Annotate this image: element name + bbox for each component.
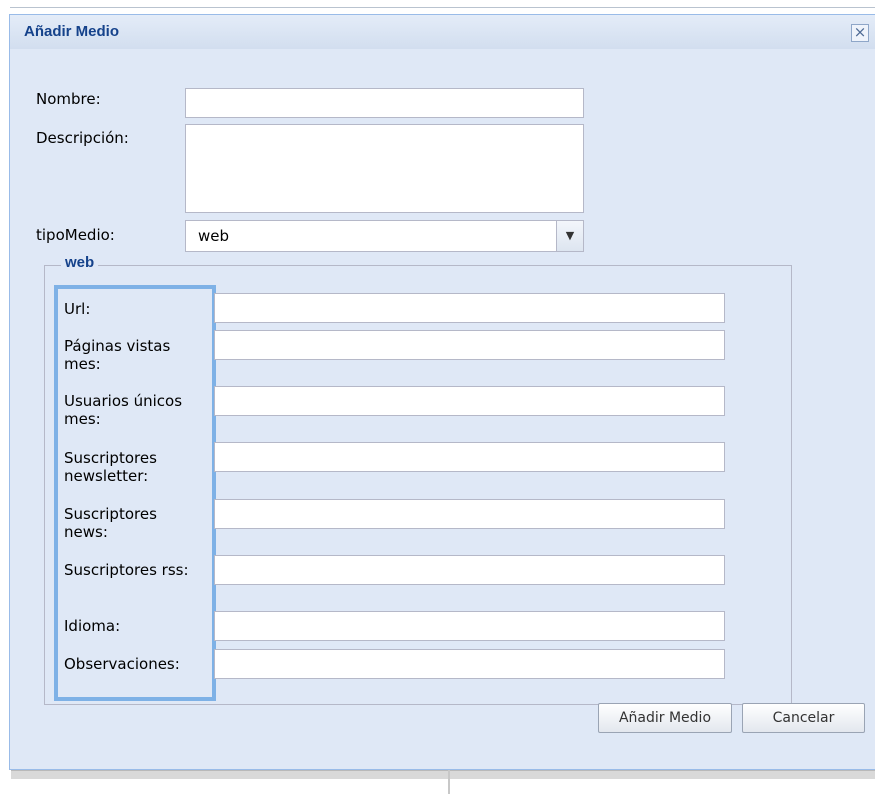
observaciones-input[interactable]	[214, 649, 725, 679]
tipo-medio-value: web	[198, 227, 230, 245]
dialog-body: Nombre: Descripción: tipoMedio: web ▼ we…	[16, 49, 875, 769]
nombre-input[interactable]	[185, 88, 584, 118]
paginas-vistas-mes-input[interactable]	[214, 330, 725, 360]
dialog-title: Añadir Medio	[24, 23, 120, 40]
suscriptores-news-input[interactable]	[214, 499, 725, 529]
descripcion-label: Descripción:	[36, 129, 129, 147]
dialog-header: Añadir Medio ×	[10, 15, 875, 49]
tipo-medio-dropdown-button[interactable]: ▼	[556, 221, 583, 251]
web-fieldset-legend: web	[61, 254, 99, 271]
paginas-vistas-mes-label: Páginas vistas mes:	[64, 337, 171, 373]
cancel-button[interactable]: Cancelar	[742, 703, 865, 733]
idioma-label: Idioma:	[64, 617, 121, 635]
suscriptores-news-label: Suscriptores news:	[64, 505, 157, 541]
descripcion-textarea[interactable]	[185, 124, 584, 213]
background-bottom	[0, 770, 875, 794]
chevron-down-icon: ▼	[565, 229, 575, 242]
suscriptores-rss-label: Suscriptores rss:	[64, 561, 189, 579]
observaciones-label: Observaciones:	[64, 655, 180, 673]
add-media-dialog: Añadir Medio × Nombre: Descripción: tipo…	[9, 14, 875, 770]
usuarios-unicos-mes-input[interactable]	[214, 386, 725, 416]
suscriptores-newsletter-label: Suscriptores newsletter:	[64, 449, 157, 485]
usuarios-unicos-mes-label: Usuarios únicos mes:	[64, 392, 183, 428]
suscriptores-newsletter-input[interactable]	[214, 442, 725, 472]
add-media-button[interactable]: Añadir Medio	[598, 703, 732, 733]
close-button[interactable]: ×	[851, 24, 869, 42]
nombre-label: Nombre:	[36, 90, 101, 108]
idioma-input[interactable]	[214, 611, 725, 641]
close-icon: ×	[853, 23, 867, 41]
url-input[interactable]	[214, 293, 725, 323]
background-top	[0, 0, 875, 8]
suscriptores-rss-input[interactable]	[214, 555, 725, 585]
tipo-medio-label: tipoMedio:	[36, 226, 115, 244]
url-label: Url:	[64, 300, 91, 318]
tipo-medio-select[interactable]: web ▼	[185, 220, 584, 252]
